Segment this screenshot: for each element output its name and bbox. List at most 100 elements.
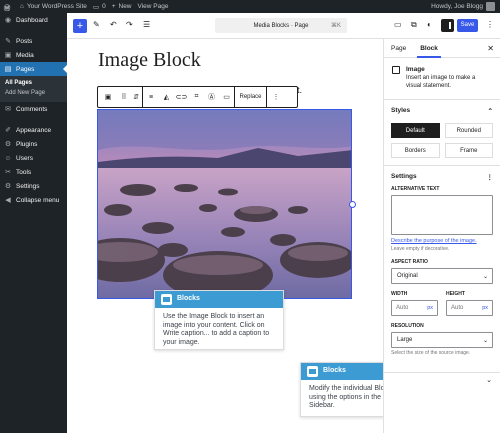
settings-sidebar-toggle[interactable] bbox=[441, 19, 454, 32]
resolution-label: RESOLUTION bbox=[391, 323, 424, 329]
block-name: Image bbox=[406, 66, 425, 73]
width-label: WIDTH bbox=[391, 291, 408, 297]
undo-icon[interactable]: ↶ bbox=[110, 20, 117, 29]
style-rounded-button[interactable]: Rounded bbox=[444, 123, 493, 138]
comments-link[interactable]: ▭ 0 bbox=[93, 3, 106, 11]
menu-comments[interactable]: ✉ Comments bbox=[0, 102, 67, 116]
crop-icon[interactable]: ⌗ bbox=[189, 93, 204, 101]
tab-page[interactable]: Page bbox=[384, 39, 413, 57]
site-name-link[interactable]: ⌂ Your WordPress Site bbox=[20, 3, 87, 10]
submenu-all-pages[interactable]: All Pages bbox=[0, 78, 67, 88]
align-icon[interactable]: ≡ bbox=[143, 94, 159, 101]
menu-appearance[interactable]: ✐ Appearance bbox=[0, 123, 67, 137]
resize-handle[interactable] bbox=[349, 201, 356, 208]
resolution-select[interactable]: Large ⌄ bbox=[391, 332, 493, 348]
options-icon[interactable]: ⋮ bbox=[487, 173, 494, 181]
menu-media[interactable]: ▣ Media bbox=[0, 48, 67, 62]
style-default-button[interactable]: Default bbox=[391, 123, 440, 138]
menu-dashboard[interactable]: ◉ Dashboard bbox=[0, 13, 67, 27]
new-link[interactable]: + New bbox=[112, 3, 132, 10]
avatar bbox=[486, 2, 495, 11]
tooltip-image-block: Blocks Use the Image Block to insert an … bbox=[154, 290, 284, 350]
alt-text-help-link[interactable]: Describe the purpose of the image. bbox=[391, 238, 493, 244]
settings-panel: Settings ⋮ ALTERNATIVE TEXT Describe the … bbox=[384, 166, 500, 372]
move-up-down-icon[interactable]: ⇵ bbox=[130, 93, 142, 101]
users-icon: ☺ bbox=[4, 154, 12, 162]
command-palette-button[interactable]: Media Blocks · Page ⌘K bbox=[215, 18, 347, 33]
advanced-panel[interactable]: ⌄ bbox=[384, 372, 500, 388]
text-overlay-icon[interactable]: Ⓐ bbox=[204, 92, 219, 102]
replace-button[interactable]: Replace bbox=[235, 94, 266, 100]
page-title[interactable]: Image Block bbox=[98, 49, 201, 72]
settings-icon: ⚙ bbox=[4, 183, 12, 190]
dashboard-icon: ◉ bbox=[4, 17, 12, 24]
comments-icon: ✉ bbox=[5, 106, 11, 113]
alt-text-input[interactable] bbox=[391, 195, 493, 235]
submenu-add-new-page[interactable]: Add New Page bbox=[0, 88, 67, 98]
menu-posts[interactable]: ✎ Posts bbox=[0, 34, 67, 48]
editor-canvas: Image Block elit. ▣ ⠿ ⇵ ≡ ◭ ⊂⊃ ⌗ Ⓐ ▭ Rep… bbox=[67, 39, 430, 433]
appearance-icon: ✐ bbox=[5, 127, 11, 134]
link-icon[interactable]: ⊂⊃ bbox=[174, 93, 189, 101]
tooltip-body: Use the Image Block to insert an image i… bbox=[163, 313, 270, 346]
image-icon bbox=[392, 66, 400, 74]
drag-handle-icon[interactable]: ⠿ bbox=[118, 93, 130, 101]
device-preview-icon[interactable]: ▭ bbox=[394, 20, 402, 29]
account-menu[interactable]: Howdy, Joe Blogg bbox=[431, 2, 495, 11]
style-frame-button[interactable]: Frame bbox=[444, 143, 493, 158]
document-overview-icon[interactable]: ☰ bbox=[143, 20, 150, 29]
styles-header[interactable]: Styles ⌃ bbox=[391, 107, 493, 115]
chevron-down-icon: ⌄ bbox=[486, 377, 492, 384]
block-description: Insert an image to make a visual stateme… bbox=[406, 75, 476, 89]
height-label: HEIGHT bbox=[446, 291, 465, 297]
comment-bubble-icon: ▭ bbox=[92, 3, 100, 11]
image-block-icon[interactable]: ▣ bbox=[98, 93, 118, 101]
block-inserter-button[interactable]: + bbox=[73, 19, 87, 33]
chevron-up-icon: ⌃ bbox=[487, 108, 493, 115]
style-contrast-icon[interactable]: ◐ bbox=[427, 20, 432, 29]
blocks-icon bbox=[307, 366, 318, 377]
close-icon[interactable]: ✕ bbox=[487, 44, 494, 53]
more-options-icon[interactable]: ⋮ bbox=[267, 93, 285, 101]
menu-settings[interactable]: ⚙ Settings bbox=[0, 179, 67, 193]
resolution-hint: Select the size of the source image. bbox=[391, 350, 471, 356]
wordpress-logo-icon[interactable]: Ⓦ bbox=[0, 2, 14, 12]
view-page-link[interactable]: View Page bbox=[138, 3, 169, 10]
menu-users[interactable]: ☺ Users bbox=[0, 151, 67, 165]
block-card: Image Insert an image to make a visual st… bbox=[384, 58, 500, 100]
options-menu-icon[interactable]: ⋮ bbox=[486, 20, 494, 29]
admin-bar: Ⓦ ⌂ Your WordPress Site ▭ 0 + New View Page… bbox=[0, 0, 500, 13]
chevron-down-icon: ⌄ bbox=[482, 337, 488, 344]
menu-plugins[interactable]: ⚙ Plugins bbox=[0, 137, 67, 151]
image-block[interactable] bbox=[97, 109, 352, 299]
media-icon: ▣ bbox=[4, 52, 12, 59]
alt-text-label: ALTERNATIVE TEXT bbox=[391, 186, 440, 192]
style-borders-button[interactable]: Borders bbox=[391, 143, 440, 158]
plugins-icon: ⚙ bbox=[4, 141, 12, 148]
menu-pages[interactable]: ▤ Pages bbox=[0, 62, 67, 76]
height-input[interactable]: Auto px bbox=[446, 300, 493, 316]
menu-tools[interactable]: ✂ Tools bbox=[0, 165, 67, 179]
tools-icon: ✂ bbox=[5, 169, 11, 176]
pages-icon: ▤ bbox=[4, 66, 12, 73]
block-toolbar: ▣ ⠿ ⇵ ≡ ◭ ⊂⊃ ⌗ Ⓐ ▭ Replace ⋮ bbox=[97, 86, 298, 108]
pages-submenu: All Pages Add New Page bbox=[0, 76, 67, 102]
save-button[interactable]: Save bbox=[457, 19, 478, 32]
pin-icon: ✎ bbox=[5, 38, 11, 45]
menu-collapse[interactable]: ◀ Collapse menu bbox=[0, 193, 67, 207]
redo-icon[interactable]: ↷ bbox=[126, 20, 133, 29]
landscape-image bbox=[98, 110, 351, 298]
admin-sidebar: ◉ Dashboard ✎ Posts ▣ Media ▤ Pages All Page… bbox=[0, 13, 67, 433]
caption-icon[interactable]: ▭ bbox=[219, 93, 234, 101]
width-input[interactable]: Auto px bbox=[391, 300, 438, 316]
pen-tools-icon[interactable]: ✎ bbox=[93, 20, 100, 29]
view-page-icon[interactable]: ⧉ bbox=[411, 20, 417, 30]
aspect-ratio-select[interactable]: Original ⌄ bbox=[391, 268, 493, 284]
alt-text-hint: Leave empty if decorative. bbox=[391, 246, 450, 252]
tab-block[interactable]: Block bbox=[413, 39, 445, 58]
editor-toolbar: + ✎ ↶ ↷ ☰ Media Blocks · Page ⌘K ▭ ⧉ ◐ Sa… bbox=[67, 13, 500, 39]
duotone-icon[interactable]: ◭ bbox=[159, 93, 174, 101]
home-icon: ⌂ bbox=[20, 3, 24, 10]
sidebar-tabs: Page Block ✕ bbox=[384, 39, 500, 58]
settings-header: Settings ⋮ bbox=[391, 173, 493, 181]
